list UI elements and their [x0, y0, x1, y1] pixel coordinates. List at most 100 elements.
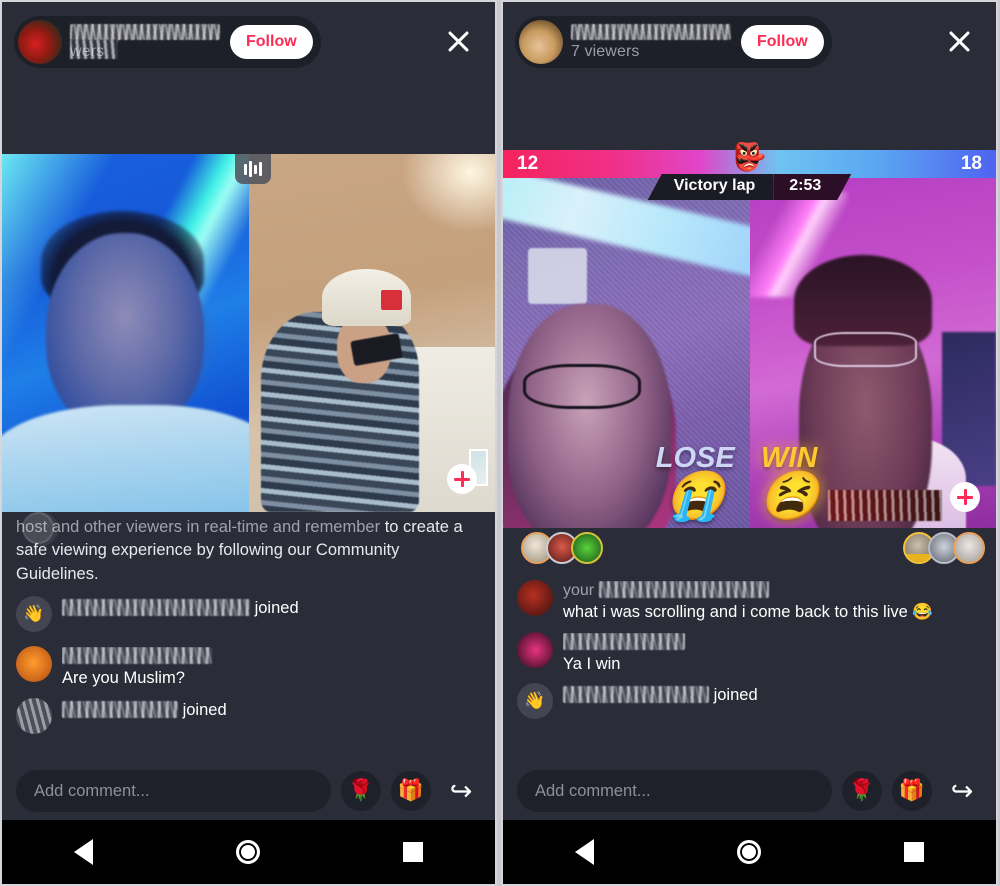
redacted-red-avatar [517, 580, 553, 616]
comment-composer-right: 🌹 🎁 ↪ [503, 764, 996, 818]
join-action-label: joined [182, 700, 227, 719]
rose-gift-icon[interactable]: 🌹 [842, 771, 882, 811]
join-action-label: joined [713, 686, 758, 705]
comment-body: Are you Muslim? [62, 646, 481, 690]
comment-input[interactable] [16, 770, 331, 812]
rose-gift-icon[interactable]: 🌹 [341, 771, 381, 811]
back-triangle-icon[interactable] [574, 839, 594, 865]
host-name-redacted [70, 23, 220, 40]
video-area-left[interactable] [2, 154, 495, 512]
viewer-avatars-row-left [2, 512, 499, 554]
username-redacted [563, 632, 685, 650]
add-guest-button[interactable] [950, 482, 980, 512]
avatar-badge [905, 554, 933, 562]
comment-username: your [563, 581, 982, 600]
live-header-right[interactable]: 7 viewers Follow [515, 16, 832, 68]
wave-emoji-avatar: 👋 [16, 596, 52, 633]
recents-square-icon[interactable] [904, 842, 925, 862]
wave-emoji-avatar: 👋 [517, 683, 553, 720]
list-item[interactable]: your what i was scrolling and i come bac… [517, 580, 982, 624]
list-item[interactable]: Are you Muslim? [16, 646, 481, 690]
comment-body: Ya I win [563, 632, 982, 676]
list-item[interactable]: joined [16, 697, 481, 740]
username-redacted [563, 686, 709, 704]
battle-score-bar: 12 👺 18 [503, 144, 996, 178]
gift-icon[interactable]: 🎁 [391, 771, 431, 811]
live-header-left[interactable]: wers Follow [14, 16, 321, 68]
avatar[interactable] [571, 532, 603, 564]
host-name-redacted [571, 23, 731, 40]
comment-username [62, 647, 481, 666]
comment-text: what i was scrolling and i come back to … [563, 603, 933, 622]
video-area-right[interactable]: LOSE 😭 WIN 😫 [503, 178, 996, 528]
blanket-shape [2, 404, 249, 512]
comment-list-right[interactable]: your what i was scrolling and i come bac… [517, 580, 982, 733]
cap-shape [322, 268, 412, 326]
viewer-avatars-left-group[interactable] [22, 512, 54, 544]
score-left: 12 [517, 153, 539, 174]
score-right: 18 [960, 153, 982, 174]
video-tile-guest[interactable]: WIN 😫 [749, 178, 996, 528]
redacted-orange-avatar [16, 646, 52, 683]
live-stream-panel-left: wers Follow [0, 0, 497, 886]
glasses-shape [522, 363, 642, 409]
glasses-shape [813, 332, 918, 367]
comment-text: Ya I win [563, 654, 621, 673]
crown-icon: 👺 [732, 142, 767, 172]
join-line: joined [563, 684, 982, 706]
comment-body: joined [62, 596, 481, 619]
comment-username [563, 632, 982, 652]
redacted-gray-avatar [16, 697, 52, 734]
comment-body: joined [62, 698, 481, 721]
redacted-overlay [828, 489, 942, 521]
video-tile-host[interactable]: LOSE 😭 [503, 178, 750, 528]
back-triangle-icon[interactable] [73, 839, 93, 865]
host-meta: wers [70, 23, 220, 61]
android-nav-bar [503, 820, 996, 884]
comment-body: your what i was scrolling and i come bac… [563, 580, 982, 624]
close-icon[interactable] [443, 26, 473, 56]
comment-input[interactable] [517, 770, 832, 812]
viewer-avatars-left-group[interactable] [521, 532, 603, 564]
live-stream-panel-right: 7 viewers Follow 12 👺 18 Victory lap 2:5… [501, 0, 998, 886]
follow-button[interactable]: Follow [741, 25, 824, 59]
host-avatar[interactable] [18, 20, 62, 64]
face-shape [507, 304, 671, 528]
viewer-count-redacted [70, 39, 118, 59]
username-redacted [62, 599, 250, 617]
join-line: joined [62, 597, 481, 619]
username-redacted [598, 581, 769, 598]
list-item[interactable]: 👋 joined [16, 596, 481, 638]
held-object [527, 248, 587, 304]
host-avatar[interactable] [519, 20, 563, 64]
avatar[interactable] [22, 512, 54, 544]
join-line: joined [62, 699, 481, 721]
host-meta: 7 viewers [571, 23, 731, 61]
gift-icon[interactable]: 🎁 [892, 771, 932, 811]
avatar[interactable] [953, 532, 985, 564]
ceiling-light-glow [401, 154, 495, 233]
comment-composer-left: 🌹 🎁 ↪ [2, 764, 495, 818]
share-icon[interactable]: ↪ [942, 771, 982, 811]
audio-visualizer-icon[interactable] [235, 154, 271, 184]
share-icon[interactable]: ↪ [441, 771, 481, 811]
home-circle-icon[interactable] [235, 840, 260, 864]
redacted-pink-avatar [517, 631, 553, 668]
username-redacted [62, 647, 212, 665]
screenshot-stage: wers Follow [0, 0, 1000, 886]
video-tile-guest[interactable] [248, 154, 495, 512]
home-circle-icon[interactable] [736, 840, 761, 864]
add-guest-button[interactable] [447, 464, 477, 494]
follow-button[interactable]: Follow [230, 25, 313, 59]
viewer-avatars-right-group[interactable] [903, 532, 985, 564]
viewer-avatars-row [503, 532, 996, 574]
recents-square-icon[interactable] [403, 842, 424, 862]
comment-text: Are you Muslim? [62, 669, 185, 688]
list-item[interactable]: 👋 joined [517, 683, 982, 725]
video-tile-host[interactable] [2, 154, 249, 512]
face-shape [46, 232, 205, 434]
join-action-label: joined [254, 599, 299, 618]
viewer-count: 7 viewers [571, 42, 640, 60]
close-icon[interactable] [944, 26, 974, 56]
list-item[interactable]: Ya I win [517, 631, 982, 676]
